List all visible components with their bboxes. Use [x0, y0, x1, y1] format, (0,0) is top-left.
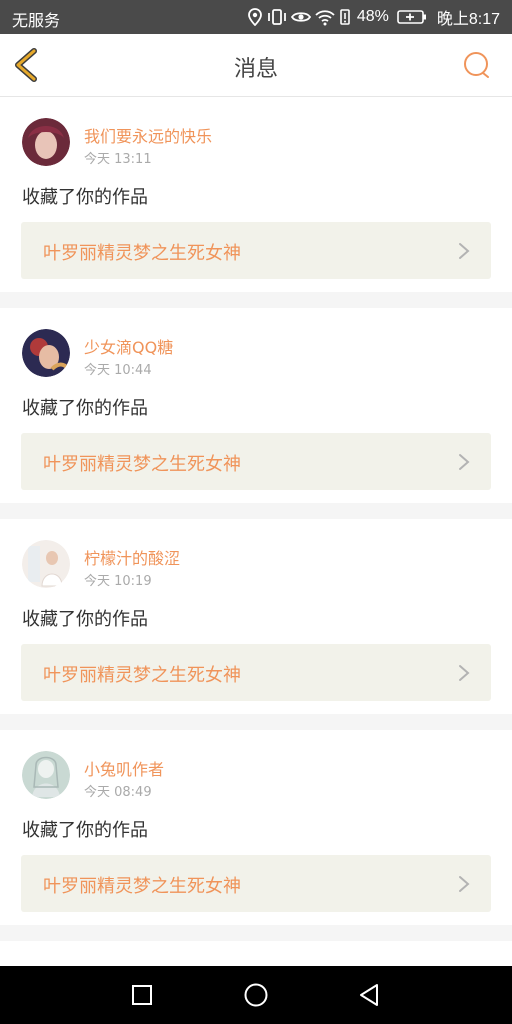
username[interactable]: 我们要永远的快乐 [84, 123, 212, 147]
chevron-right-icon [459, 665, 470, 681]
system-nav-bar [0, 966, 512, 1024]
chevron-right-icon [459, 876, 470, 892]
avatar[interactable] [22, 751, 70, 799]
search-button[interactable] [462, 51, 492, 81]
chevron-right-icon [459, 454, 470, 470]
username[interactable]: 小兔叽作者 [84, 756, 164, 780]
action-text: 收藏了你的作品 [22, 820, 148, 841]
message-list: 我们要永远的快乐 今天 13:11 收藏了你的作品 叶罗丽精灵梦之生死女神 少女… [0, 97, 512, 981]
battery-percent: 48% [356, 8, 389, 25]
work-title: 叶罗丽精灵梦之生死女神 [43, 454, 241, 475]
wifi-icon [315, 10, 335, 26]
work-title: 叶罗丽精灵梦之生死女神 [43, 243, 241, 264]
eye-comfort-icon [290, 12, 311, 22]
message-card: 小兔叽作者 今天 08:49 收藏了你的作品 叶罗丽精灵梦之生死女神 [0, 730, 512, 925]
status-bar: 无服务 48% 晚上8:17 [0, 0, 512, 34]
back-nav-button[interactable] [355, 980, 385, 1010]
work-title: 叶罗丽精灵梦之生死女神 [43, 876, 241, 897]
search-icon [464, 52, 489, 78]
timestamp: 今天 10:44 [84, 363, 152, 378]
app-header: 消息 [0, 34, 512, 97]
timestamp: 今天 10:19 [84, 574, 152, 589]
timestamp: 今天 08:49 [84, 785, 152, 800]
action-text: 收藏了你的作品 [22, 398, 148, 419]
circle-home-icon [244, 983, 268, 1007]
page-title: 消息 [233, 57, 278, 82]
home-button[interactable] [241, 980, 271, 1010]
status-icons: 48% 晚上8:17 [247, 0, 500, 34]
username[interactable]: 柠檬汁的酸涩 [84, 545, 180, 569]
message-card: 柠檬汁的酸涩 今天 10:19 收藏了你的作品 叶罗丽精灵梦之生死女神 [0, 519, 512, 714]
vibrate-icon [267, 9, 286, 25]
action-text: 收藏了你的作品 [22, 187, 148, 208]
work-title: 叶罗丽精灵梦之生死女神 [43, 665, 241, 686]
square-recent-apps-icon [132, 985, 152, 1005]
recent-apps-button[interactable] [127, 980, 157, 1010]
clock: 晚上8:17 [436, 11, 500, 28]
message-card: 少女滴QQ糖 今天 10:44 收藏了你的作品 叶罗丽精灵梦之生死女神 [0, 308, 512, 503]
work-link[interactable]: 叶罗丽精灵梦之生死女神 [21, 222, 491, 279]
triangle-back-icon [360, 984, 378, 1006]
location-icon [247, 8, 262, 26]
battery-alert-icon [340, 9, 350, 25]
work-link[interactable]: 叶罗丽精灵梦之生死女神 [21, 644, 491, 701]
chevron-right-icon [459, 243, 470, 259]
message-card: 我们要永远的快乐 今天 13:11 收藏了你的作品 叶罗丽精灵梦之生死女神 [0, 97, 512, 292]
avatar[interactable] [22, 540, 70, 588]
battery-charging-icon [397, 10, 426, 24]
carrier-label: 无服务 [12, 13, 61, 30]
username[interactable]: 少女滴QQ糖 [84, 334, 173, 358]
avatar[interactable] [22, 329, 70, 377]
avatar[interactable] [22, 118, 70, 166]
action-text: 收藏了你的作品 [22, 609, 148, 630]
timestamp: 今天 13:11 [84, 152, 152, 167]
work-link[interactable]: 叶罗丽精灵梦之生死女神 [21, 855, 491, 912]
work-link[interactable]: 叶罗丽精灵梦之生死女神 [21, 433, 491, 490]
